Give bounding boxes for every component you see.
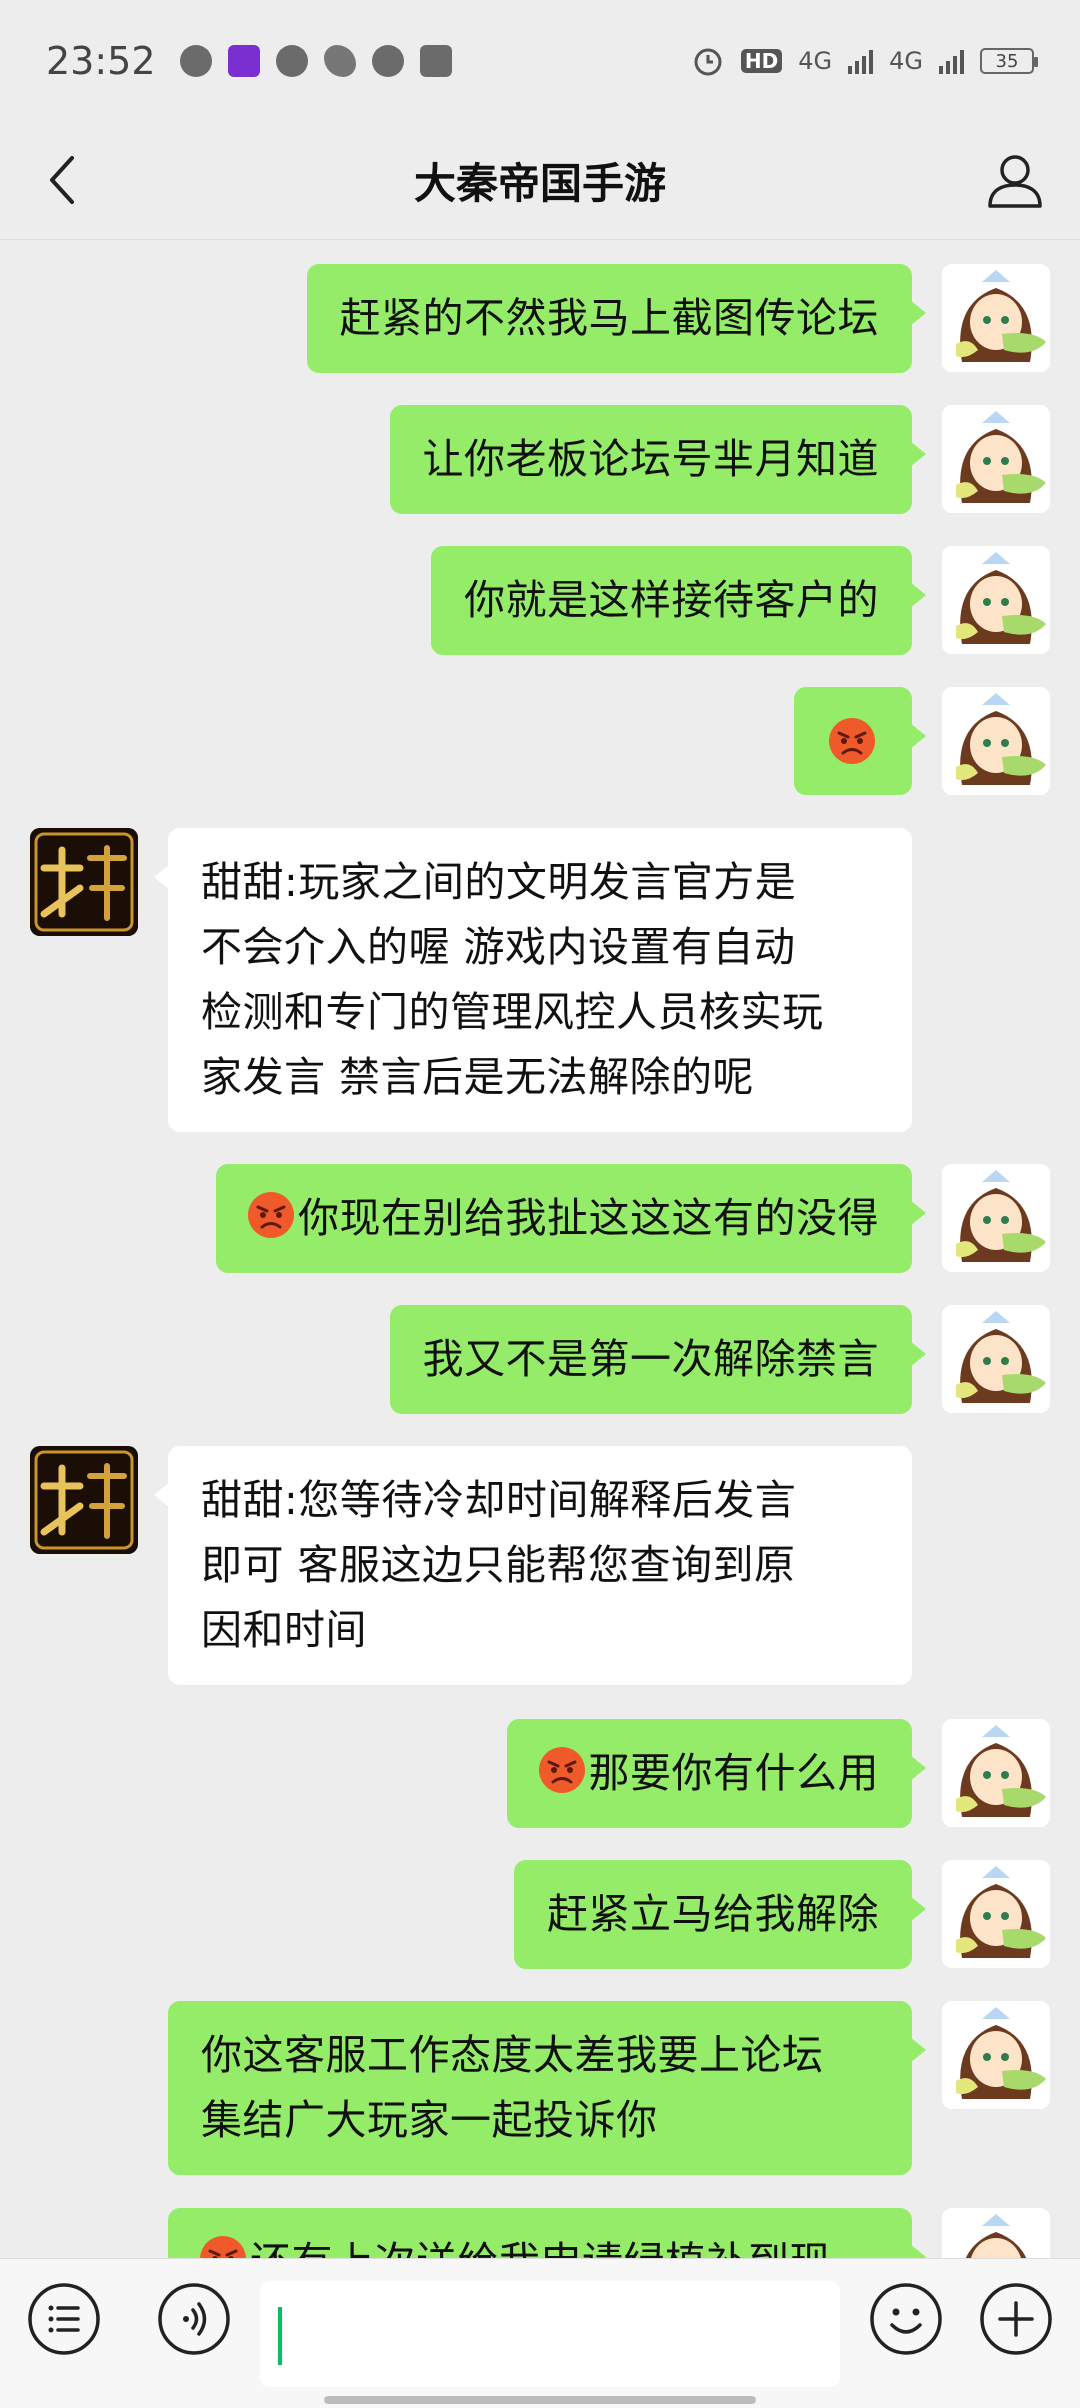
cartoon-girl-avatar-icon	[942, 546, 1050, 654]
voice-input-icon[interactable]	[156, 2281, 232, 2357]
game-service-avatar[interactable]	[30, 1446, 138, 1554]
status-bar: 23:52 HD 4G 4G 35	[0, 0, 1080, 122]
sim2-network-label: 4G	[889, 47, 923, 75]
alarm-icon	[694, 48, 722, 76]
home-indicator[interactable]	[324, 2396, 756, 2404]
game-service-avatar[interactable]	[30, 828, 138, 936]
chat-header: 大秦帝国手游	[0, 122, 1080, 240]
message-bubble-sent[interactable]: 让你老板论坛号芈月知道	[389, 405, 926, 514]
message-list[interactable]: 赶紧的不然我马上截图传论坛 让你老板论坛号芈月知道 你就是这样接待客户的 甜甜:…	[0, 240, 1080, 2258]
cartoon-girl-avatar-icon	[942, 1860, 1050, 1968]
angry-face-emoji-icon	[538, 1747, 585, 1793]
message-text: 你这客服工作态度太差我要上论坛 集结广大玩家一起投诉你	[201, 2031, 824, 2144]
cartoon-girl-avatar-icon	[942, 405, 1050, 513]
cartoon-girl-avatar-icon	[942, 687, 1050, 795]
message-text: 甜甜:您等待冷却时间解释后发言 即可 客服这边只能帮您查询到原 因和时间	[201, 1476, 797, 1654]
my-avatar[interactable]	[942, 264, 1050, 372]
my-avatar[interactable]	[942, 687, 1050, 795]
signal-icon-2	[939, 48, 964, 74]
game-logo-avatar-icon	[30, 828, 138, 936]
chat-info-user-icon[interactable]	[982, 148, 1048, 214]
message-text: 我又不是第一次解除禁言	[422, 1335, 879, 1383]
input-bar	[0, 2258, 1080, 2408]
book-app-icon	[419, 45, 452, 77]
my-avatar[interactable]	[942, 2208, 1050, 2258]
cartoon-girl-avatar-icon	[942, 1719, 1050, 1827]
status-time: 23:52	[46, 39, 156, 83]
cartoon-girl-avatar-icon	[942, 1164, 1050, 1272]
message-text: 你现在别给我扯这这这有的没得	[298, 1194, 879, 1242]
message-bubble-sent[interactable]: 你现在别给我扯这这这有的没得	[216, 1164, 926, 1273]
message-bubble-sent[interactable]: 那要你有什么用	[506, 1719, 926, 1828]
my-avatar[interactable]	[942, 1719, 1050, 1827]
angry-face-emoji-icon	[200, 2236, 246, 2258]
game-logo-avatar-icon	[30, 1446, 138, 1554]
hd-badge: HD	[740, 49, 783, 73]
menu-list-icon[interactable]	[26, 2281, 102, 2357]
message-bubble-sent[interactable]	[794, 687, 926, 795]
message-bubble-sent[interactable]: 赶紧的不然我马上截图传论坛	[306, 264, 926, 373]
chevron-left-icon	[50, 156, 74, 204]
message-bubble-received[interactable]: 甜甜:您等待冷却时间解释后发言 即可 客服这边只能帮您查询到原 因和时间	[154, 1446, 912, 1685]
notification-icons	[179, 45, 452, 77]
emoji-smile-icon[interactable]	[868, 2281, 944, 2357]
message-bubble-received[interactable]: 甜甜:玩家之间的文明发言官方是 不会介入的喔 游戏内设置有自动 检测和专门的管理…	[154, 828, 912, 1132]
cartoon-girl-avatar-icon	[942, 1305, 1050, 1413]
angry-face-emoji-icon	[829, 718, 875, 764]
message-bubble-sent[interactable]: 你就是这样接待客户的	[431, 546, 926, 655]
message-text: 甜甜:玩家之间的文明发言官方是 不会介入的喔 游戏内设置有自动 检测和专门的管理…	[201, 858, 824, 1101]
back-button[interactable]	[32, 150, 92, 210]
cartoon-girl-avatar-icon	[942, 2001, 1050, 2109]
text-cursor	[278, 2307, 282, 2365]
my-avatar[interactable]	[942, 1860, 1050, 1968]
audio-app-icon	[275, 45, 308, 77]
compass-app-icon	[371, 45, 404, 77]
message-text: 你就是这样接待客户的	[464, 576, 879, 624]
system-indicators: HD 4G 4G 35	[691, 44, 1038, 78]
message-bubble-sent[interactable]: 我又不是第一次解除禁言	[389, 1305, 926, 1414]
my-avatar[interactable]	[942, 2001, 1050, 2109]
message-bubble-sent[interactable]: 赶紧立马给我解除	[514, 1860, 926, 1969]
plus-more-icon[interactable]	[978, 2281, 1054, 2357]
signal-icon-1	[848, 48, 874, 74]
message-text: 赶紧立马给我解除	[547, 1890, 879, 1938]
message-bubble-sent[interactable]: 你这客服工作态度太差我要上论坛 集结广大玩家一起投诉你	[168, 2001, 926, 2175]
my-avatar[interactable]	[942, 405, 1050, 513]
message-notification-icon	[179, 45, 212, 77]
bird-app-icon	[323, 45, 356, 77]
message-bubble-sent[interactable]: 还有上次送给我申请绿植补到现	[168, 2208, 926, 2258]
chat-title: 大秦帝国手游	[413, 159, 666, 208]
battery-indicator: 35	[980, 48, 1038, 74]
message-text: 那要你有什么用	[588, 1749, 879, 1797]
sim1-network-label: 4G	[798, 47, 833, 75]
video-app-icon	[227, 45, 260, 77]
message-text: 还有上次送给我申请绿植补到现	[250, 2238, 831, 2258]
message-text: 让你老板论坛号芈月知道	[422, 435, 879, 483]
my-avatar[interactable]	[942, 1164, 1050, 1272]
message-input[interactable]	[260, 2281, 840, 2387]
angry-face-emoji-icon	[248, 1192, 294, 1238]
cartoon-girl-avatar-icon	[942, 264, 1050, 372]
message-text: 赶紧的不然我马上截图传论坛	[339, 294, 879, 342]
cartoon-girl-avatar-icon	[942, 2208, 1050, 2258]
my-avatar[interactable]	[942, 1305, 1050, 1413]
my-avatar[interactable]	[942, 546, 1050, 654]
